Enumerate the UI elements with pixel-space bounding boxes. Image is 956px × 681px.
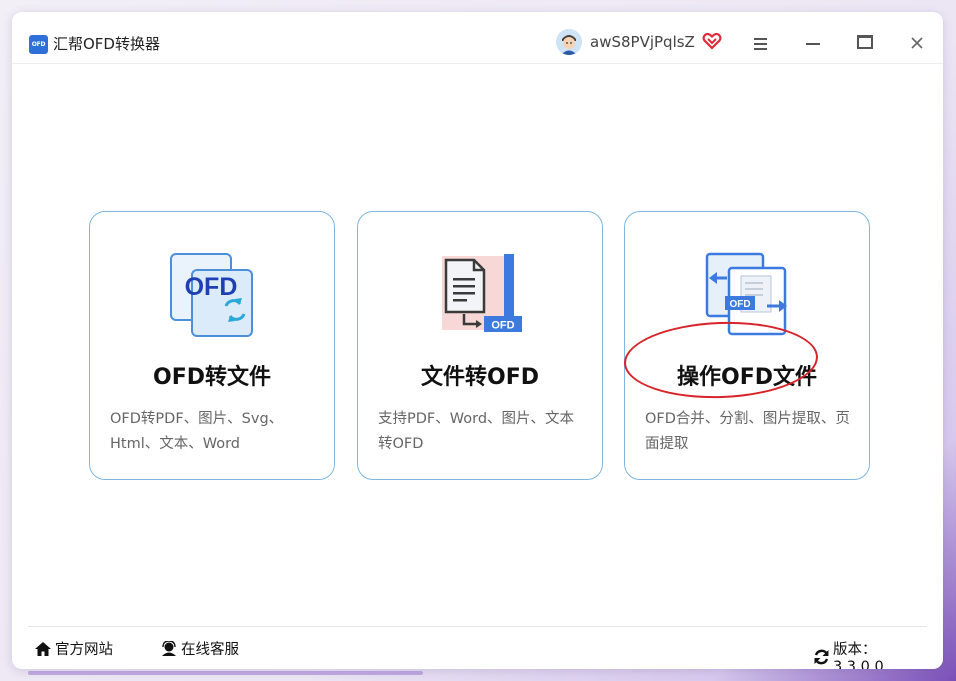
version-label: 版本：3.3.0.0 <box>832 642 884 669</box>
file-to-ofd-icon: OFD <box>434 250 526 342</box>
headset-icon <box>162 640 176 656</box>
username[interactable]: awS8PVjPqlsZ <box>590 33 695 51</box>
card-ofd-to-file[interactable]: OFD OFD转文件 OFD转PDF、图片、Svg、Html、文本、Word <box>89 211 335 480</box>
home-icon <box>35 641 51 656</box>
minimize-icon[interactable] <box>806 43 820 45</box>
card-description: OFD转PDF、图片、Svg、Html、文本、Word <box>110 411 284 452</box>
svg-text:OFD: OFD <box>729 299 750 310</box>
version-info[interactable]: 版本：3.3.0.0 <box>813 638 927 669</box>
svg-text:OFD: OFD <box>491 320 514 332</box>
refresh-icon <box>814 649 829 664</box>
card-title: 文件转OFD <box>421 365 539 390</box>
ofd-convert-icon: OFD <box>166 250 258 342</box>
app-title: 汇帮OFD转换器 <box>53 35 160 53</box>
support-link[interactable]: 在线客服 <box>160 638 239 659</box>
support-label: 在线客服 <box>181 642 239 658</box>
background-streak <box>28 671 423 675</box>
card-file-to-ofd[interactable]: OFD 文件转OFD 支持PDF、Word、图片、文本转OFD <box>357 211 603 480</box>
website-label: 官方网站 <box>55 642 113 658</box>
maximize-icon[interactable] <box>857 35 873 49</box>
close-icon[interactable] <box>910 35 924 49</box>
card-description: OFD合并、分割、图片提取、页面提取 <box>645 411 850 452</box>
card-description: 支持PDF、Word、图片、文本转OFD <box>378 411 575 452</box>
menu-icon[interactable] <box>753 36 769 50</box>
vip-heart-icon[interactable] <box>702 31 722 51</box>
website-link[interactable]: 官方网站 <box>34 638 113 659</box>
title-bar: OFD 汇帮OFD转换器 awS8PVjPqlsZ <box>12 12 943 64</box>
app-logo: OFD <box>29 35 48 54</box>
user-avatar[interactable] <box>556 29 582 55</box>
card-title: OFD转文件 <box>153 365 271 390</box>
svg-text:OFD: OFD <box>185 273 238 301</box>
footer-bar: 官方网站 在线客服 版本：3.3.0.0 <box>28 626 927 669</box>
